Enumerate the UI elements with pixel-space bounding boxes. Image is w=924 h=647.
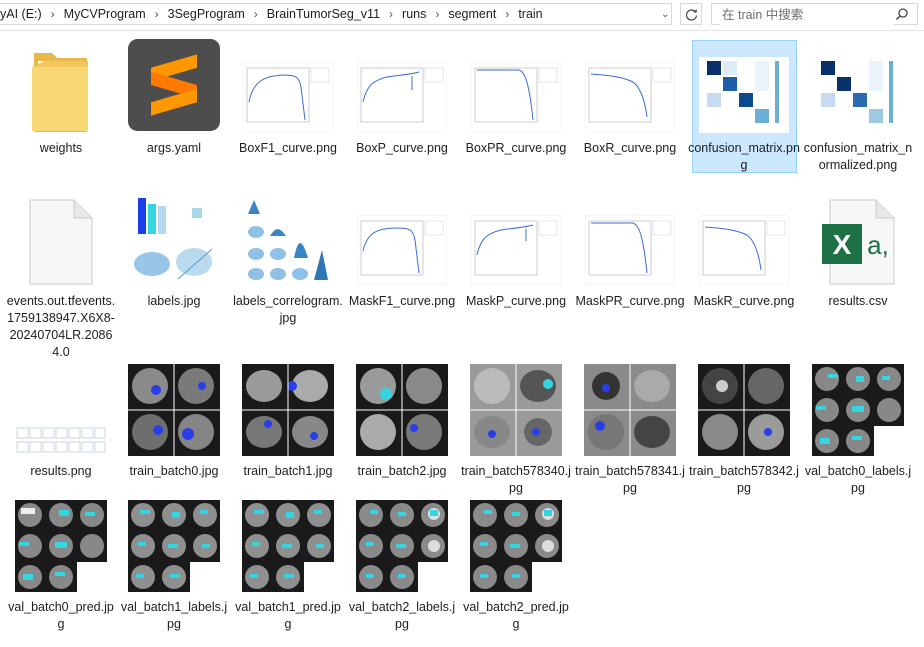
svg-text:X: X: [833, 229, 852, 260]
chevron-right-icon[interactable]: ›: [254, 7, 258, 21]
file-name: val_batch2_labels.jpg: [348, 600, 456, 631]
curve-thumbnail: [470, 51, 562, 143]
curve-thumbnail: [698, 204, 790, 296]
address-bar-region: yAI (E:) › MyCVProgram › 3SegProgram › B…: [0, 0, 924, 31]
breadcrumb-braintumorseg[interactable]: BrainTumorSeg_v11: [267, 7, 380, 21]
correlogram-thumbnail: [242, 194, 334, 286]
file-name: events.out.tfevents.1759138947.X6X8-2024…: [6, 294, 116, 359]
file-name: val_batch0_pred.jpg: [8, 600, 114, 631]
breadcrumb-drive[interactable]: yAI (E:): [0, 7, 42, 21]
mri-thumbnail: [812, 364, 904, 456]
file-name: args.yaml: [146, 141, 202, 155]
breadcrumb-mycvprogram[interactable]: MyCVProgram: [64, 7, 146, 21]
curve-thumbnail: [470, 204, 562, 296]
file-name: results.png: [30, 464, 92, 478]
search-input[interactable]: [720, 5, 894, 25]
folder-icon: [15, 41, 107, 133]
address-dropdown-icon[interactable]: ⌄: [661, 9, 669, 20]
chevron-right-icon[interactable]: ›: [389, 7, 393, 21]
file-name: BoxP_curve.png: [356, 141, 448, 155]
excel-csv-icon: Xa,: [812, 194, 904, 286]
mri-thumbnail: [242, 500, 334, 592]
file-name: MaskR_curve.png: [693, 294, 795, 308]
mri-thumbnail: [470, 364, 562, 456]
chevron-right-icon[interactable]: ›: [505, 7, 509, 21]
file-name: BoxPR_curve.png: [465, 141, 567, 155]
file-name: train_batch2.jpg: [357, 464, 447, 478]
file-name: train_batch578340.jpg: [461, 464, 571, 495]
address-bar[interactable]: yAI (E:) › MyCVProgram › 3SegProgram › B…: [0, 3, 672, 25]
file-name: train_batch578342.jpg: [689, 464, 799, 495]
curve-thumbnail: [584, 204, 676, 296]
file-name: labels.jpg: [147, 294, 201, 308]
curve-thumbnail: [584, 51, 676, 143]
file-name: train_batch578341.jpg: [575, 464, 685, 495]
file-name: MaskF1_curve.png: [348, 294, 456, 308]
file-name: BoxF1_curve.png: [239, 141, 337, 155]
file-name: MaskP_curve.png: [465, 294, 567, 308]
search-box[interactable]: [711, 3, 918, 25]
file-name: BoxR_curve.png: [583, 141, 677, 155]
curve-thumbnail: [242, 51, 334, 143]
mri-thumbnail: [356, 364, 448, 456]
sublime-text-icon: [128, 39, 220, 133]
file-name: val_batch1_labels.jpg: [120, 600, 228, 631]
search-icon[interactable]: [895, 7, 909, 21]
breadcrumb-segment[interactable]: segment: [448, 7, 496, 21]
file-name: val_batch0_labels.jpg: [804, 464, 912, 495]
file-name: train_batch1.jpg: [243, 464, 333, 478]
mri-thumbnail: [584, 364, 676, 456]
blank-file-icon: [15, 194, 107, 286]
mri-thumbnail: [356, 500, 448, 592]
labels-thumbnail: [128, 194, 220, 286]
breadcrumb-3segprogram[interactable]: 3SegProgram: [168, 7, 245, 21]
mri-thumbnail: [242, 364, 334, 456]
breadcrumb-train[interactable]: train: [518, 7, 542, 21]
breadcrumb-runs[interactable]: runs: [402, 7, 426, 21]
mri-thumbnail: [128, 500, 220, 592]
svg-text:a,: a,: [867, 230, 889, 260]
mri-thumbnail: [128, 364, 220, 456]
mri-thumbnail: [15, 500, 107, 592]
results-thumbnail: [15, 364, 107, 456]
refresh-icon: [685, 8, 697, 21]
file-name: confusion_matrix_normalized.png: [803, 141, 913, 172]
chevron-right-icon[interactable]: ›: [51, 7, 55, 21]
file-name: labels_correlogram.jpg: [233, 294, 343, 325]
curve-thumbnail: [356, 51, 448, 143]
file-name: weights: [39, 141, 83, 155]
matrix-thumbnail: [698, 49, 790, 141]
mri-thumbnail: [470, 500, 562, 592]
mri-thumbnail: [698, 364, 790, 456]
chevron-right-icon[interactable]: ›: [435, 7, 439, 21]
file-name: results.csv: [828, 294, 888, 308]
file-name: train_batch0.jpg: [129, 464, 219, 478]
file-name: val_batch2_pred.jpg: [463, 600, 569, 631]
matrix-thumbnail: [812, 49, 904, 141]
file-name: MaskPR_curve.png: [575, 294, 685, 308]
file-name: confusion_matrix.png: [688, 141, 800, 172]
chevron-right-icon[interactable]: ›: [155, 7, 159, 21]
file-name: val_batch1_pred.jpg: [235, 600, 341, 631]
curve-thumbnail: [356, 204, 448, 296]
refresh-button[interactable]: [680, 3, 702, 25]
